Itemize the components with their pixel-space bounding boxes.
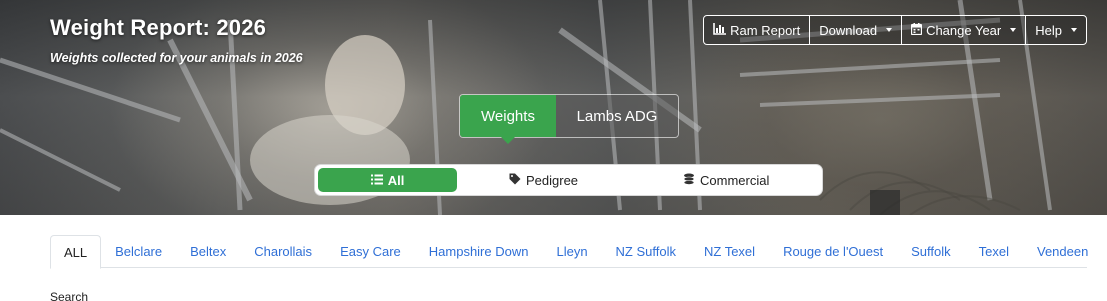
help-label: Help xyxy=(1035,22,1062,38)
coins-icon xyxy=(683,173,695,188)
tab-nz-suffolk[interactable]: NZ Suffolk xyxy=(602,235,690,268)
tab-belclare[interactable]: Belclare xyxy=(101,235,176,268)
breed-tabs: ALL Belclare Beltex Charollais Easy Care… xyxy=(50,235,1088,269)
caret-down-icon xyxy=(886,28,893,32)
tab-weights[interactable]: Weights xyxy=(460,95,556,144)
tab-texel[interactable]: Texel xyxy=(965,235,1023,268)
page-subtitle: Weights collected for your animals in 20… xyxy=(50,51,303,65)
filter-pedigree-label: Pedigree xyxy=(526,172,579,188)
tab-easy-care[interactable]: Easy Care xyxy=(326,235,415,268)
help-dropdown-button[interactable]: Help xyxy=(1025,15,1087,45)
tab-vendeen[interactable]: Vendeen xyxy=(1023,235,1102,268)
filter-commercial-button[interactable]: Commercial xyxy=(683,168,769,192)
animal-type-filter: All Pedigree Commercial xyxy=(314,164,823,196)
caret-down-icon xyxy=(1010,28,1017,32)
caret-down-icon xyxy=(1071,28,1077,32)
view-toggle: Weights Lambs ADG xyxy=(459,94,679,144)
tab-beltex[interactable]: Beltex xyxy=(176,235,240,268)
tab-suffolk[interactable]: Suffolk xyxy=(897,235,965,268)
page-title: Weight Report: 2026 xyxy=(50,15,267,40)
filter-all-button[interactable]: All xyxy=(318,168,457,192)
tab-lleyn[interactable]: Lleyn xyxy=(542,235,601,268)
ram-report-button[interactable]: Ram Report xyxy=(703,15,811,45)
change-year-label: Change Year xyxy=(926,22,1002,38)
filter-all-label: All xyxy=(387,172,405,188)
tag-icon xyxy=(509,173,521,188)
download-dropdown-button[interactable]: Download xyxy=(809,15,903,45)
tab-lambs-adg[interactable]: Lambs ADG xyxy=(556,95,678,137)
tab-charollais[interactable]: Charollais xyxy=(240,235,326,268)
list-icon xyxy=(370,173,383,188)
tab-rouge-de-louest[interactable]: Rouge de l'Ouest xyxy=(769,235,897,268)
toolbar: Ram Report Download Change Year Help xyxy=(703,15,1087,45)
tab-hampshire-down[interactable]: Hampshire Down xyxy=(415,235,543,268)
download-label: Download xyxy=(819,22,878,38)
bar-chart-icon xyxy=(713,22,727,38)
ram-report-label: Ram Report xyxy=(730,22,801,38)
tab-all[interactable]: ALL xyxy=(50,235,102,269)
calendar-icon xyxy=(910,22,923,38)
search-label: Search xyxy=(50,290,89,301)
filter-pedigree-button[interactable]: Pedigree xyxy=(509,168,578,192)
hero-banner: Weight Report: 2026 Weights collected fo… xyxy=(0,0,1107,215)
tab-nz-texel[interactable]: NZ Texel xyxy=(690,235,769,268)
filter-commercial-label: Commercial xyxy=(700,172,770,188)
change-year-dropdown-button[interactable]: Change Year xyxy=(901,15,1027,45)
